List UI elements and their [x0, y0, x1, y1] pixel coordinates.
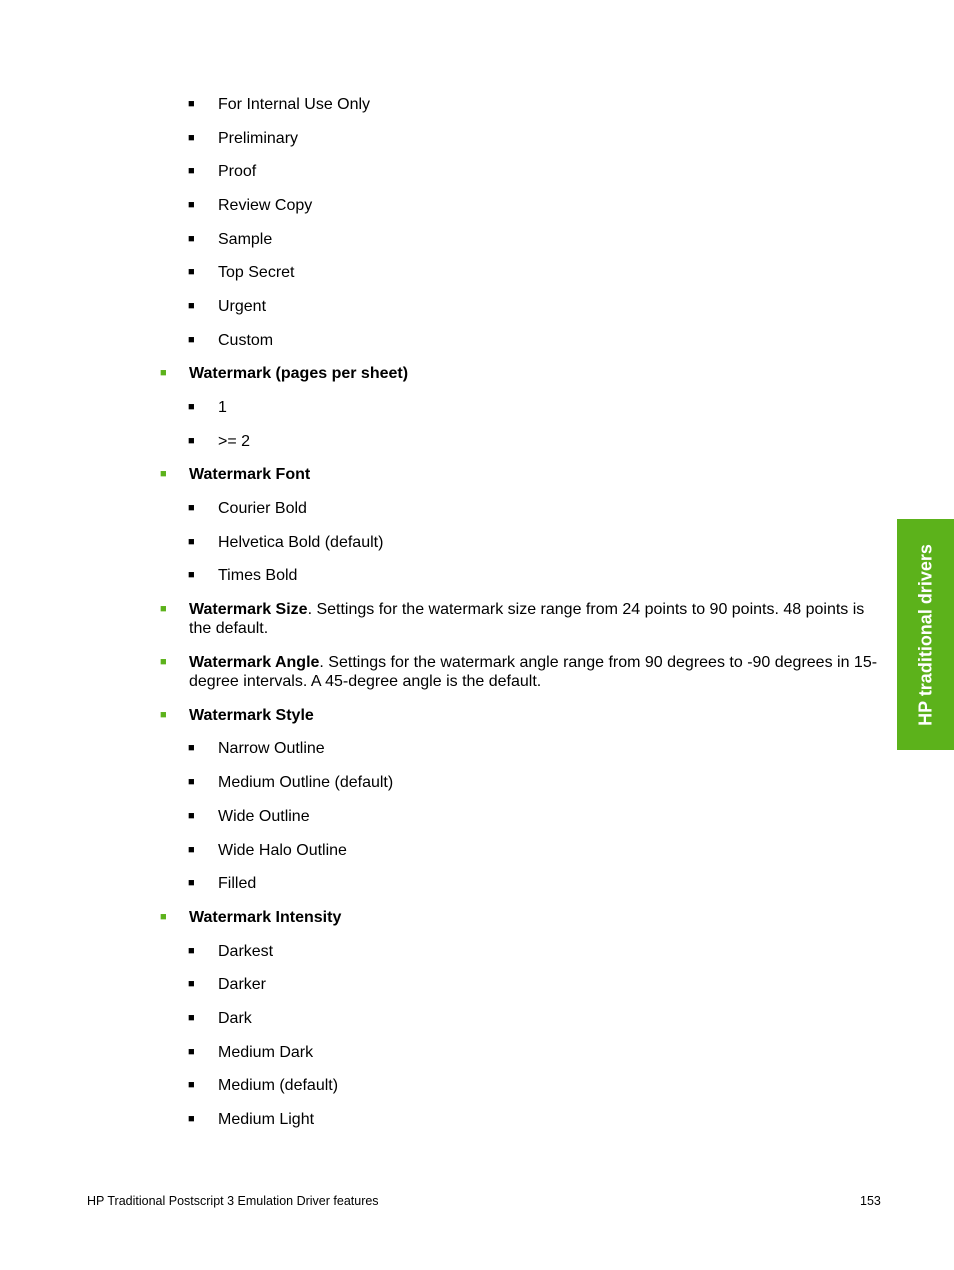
bullet-icon: ■ — [188, 502, 195, 514]
bullet-icon: ■ — [188, 1113, 195, 1125]
green-bullet-icon: ■ — [160, 656, 167, 668]
bullet-icon: ■ — [188, 877, 195, 889]
section-heading: ■ Watermark Style — [160, 707, 314, 724]
bullet-icon: ■ — [188, 810, 195, 822]
bullet-icon: ■ — [188, 300, 195, 312]
section-paragraph: ■ Watermark Angle. Settings for the water… — [160, 654, 878, 690]
bullet-icon: ■ — [188, 132, 195, 144]
bullet-icon: ■ — [188, 742, 195, 754]
bullet-icon: ■ — [188, 266, 195, 278]
bullet-icon: ■ — [188, 98, 195, 110]
section-heading: ■ Watermark (pages per sheet) — [160, 365, 409, 382]
green-bullet-icon: ■ — [160, 911, 167, 923]
footer-title: HP Traditional Postscript 3 Emulation Dr… — [87, 1194, 379, 1208]
page-number: 153 — [860, 1194, 881, 1208]
bullet-icon: ■ — [188, 1079, 195, 1091]
bullet-icon: ■ — [188, 569, 195, 581]
bullet-icon: ■ — [188, 165, 195, 177]
section-paragraph: ■ Watermark Size. Settings for the waterm… — [160, 601, 865, 637]
bullet-icon: ■ — [188, 1012, 195, 1024]
bullet-icon: ■ — [188, 776, 195, 788]
bullet-icon: ■ — [188, 1046, 195, 1058]
green-bullet-icon: ■ — [160, 468, 167, 480]
bullet-icon: ■ — [188, 945, 195, 957]
bullet-icon: ■ — [188, 199, 195, 211]
green-bullet-icon: ■ — [160, 709, 167, 721]
section-heading: ■ Watermark Intensity — [160, 909, 342, 926]
chapter-side-tab: HP traditional drivers — [897, 519, 954, 750]
bullet-icon: ■ — [188, 536, 195, 548]
bullet-icon: ■ — [188, 401, 195, 413]
bullet-icon: ■ — [188, 844, 195, 856]
bullet-icon: ■ — [188, 334, 195, 346]
bullet-icon: ■ — [188, 978, 195, 990]
green-bullet-icon: ■ — [160, 367, 167, 379]
bullet-icon: ■ — [188, 435, 195, 447]
bullet-icon: ■ — [188, 233, 195, 245]
green-bullet-icon: ■ — [160, 603, 167, 615]
section-heading: ■ Watermark Font — [160, 466, 311, 483]
